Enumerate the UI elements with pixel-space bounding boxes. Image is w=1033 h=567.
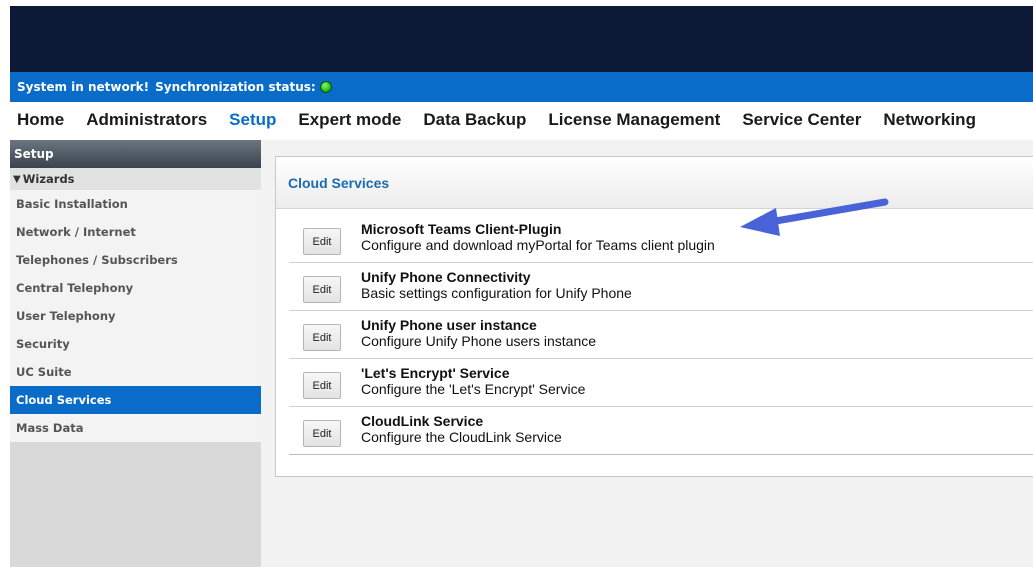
service-row: Edit Unify Phone Connectivity Basic sett… (289, 263, 1033, 311)
edit-button[interactable]: Edit (303, 324, 341, 351)
nav-item-home[interactable]: Home (17, 110, 64, 130)
sidebar-item-cloud-services[interactable]: Cloud Services (10, 386, 261, 414)
nav-item-networking[interactable]: Networking (883, 110, 976, 130)
service-row: Edit Unify Phone user instance Configure… (289, 311, 1033, 359)
arrow-icon (740, 198, 889, 236)
service-description: Configure the CloudLink Service (361, 428, 562, 445)
sidebar-section-wizards[interactable]: ▼ Wizards (10, 168, 261, 190)
triangle-down-icon: ▼ (13, 173, 21, 185)
sidebar-item-mass-data[interactable]: Mass Data (10, 414, 261, 442)
sync-status-label: Synchronization status: (155, 80, 316, 94)
service-title: CloudLink Service (361, 412, 484, 429)
sidebar-header: Setup (10, 140, 261, 168)
sidebar-item-central-telephony[interactable]: Central Telephony (10, 274, 261, 302)
sidebar-item-uc-suite[interactable]: UC Suite (10, 358, 261, 386)
service-description: Configure the 'Let's Encrypt' Service (361, 380, 586, 397)
sidebar-item-network-internet[interactable]: Network / Internet (10, 218, 261, 246)
service-title: Unify Phone user instance (361, 316, 537, 333)
service-description: Configure Unify Phone users instance (361, 332, 597, 349)
service-description: Basic settings configuration for Unify P… (361, 284, 632, 301)
edit-button[interactable]: Edit (303, 228, 341, 255)
sidebar-item-security[interactable]: Security (10, 330, 261, 358)
service-row: Edit 'Let's Encrypt' Service Configure t… (289, 359, 1033, 407)
nav-item-setup[interactable]: Setup (229, 110, 276, 130)
sidebar-item-telephones-subscribers[interactable]: Telephones / Subscribers (10, 246, 261, 274)
main-nav: Home Administrators Setup Expert mode Da… (10, 102, 1033, 138)
service-description: Configure and download myPortal for Team… (361, 236, 715, 253)
sidebar-item-user-telephony[interactable]: User Telephony (10, 302, 261, 330)
sidebar-item-basic-installation[interactable]: Basic Installation (10, 190, 261, 218)
sync-status-indicator-icon (319, 81, 332, 93)
edit-button[interactable]: Edit (303, 420, 341, 447)
nav-item-administrators[interactable]: Administrators (86, 110, 207, 130)
nav-item-expert-mode[interactable]: Expert mode (298, 110, 401, 130)
sidebar: Setup ▼ Wizards Basic Installation Netwo… (10, 140, 261, 567)
top-banner (10, 6, 1033, 72)
service-title: Microsoft Teams Client-Plugin (361, 220, 562, 237)
service-row: Edit CloudLink Service Configure the Clo… (289, 407, 1033, 455)
nav-item-license-management[interactable]: License Management (548, 110, 720, 130)
status-bar: System in network! Synchronization statu… (10, 72, 1033, 102)
service-row: Edit Microsoft Teams Client-Plugin Confi… (289, 215, 1033, 263)
service-title: 'Let's Encrypt' Service (361, 364, 510, 381)
sidebar-section-label: Wizards (22, 172, 75, 186)
panel-title: Cloud Services (276, 157, 1033, 209)
network-status-text: System in network! (17, 80, 150, 94)
edit-button[interactable]: Edit (303, 372, 341, 399)
nav-item-service-center[interactable]: Service Center (742, 110, 861, 130)
service-list: Edit Microsoft Teams Client-Plugin Confi… (289, 215, 1033, 455)
edit-button[interactable]: Edit (303, 276, 341, 303)
service-title: Unify Phone Connectivity (361, 268, 531, 285)
nav-item-data-backup[interactable]: Data Backup (423, 110, 526, 130)
